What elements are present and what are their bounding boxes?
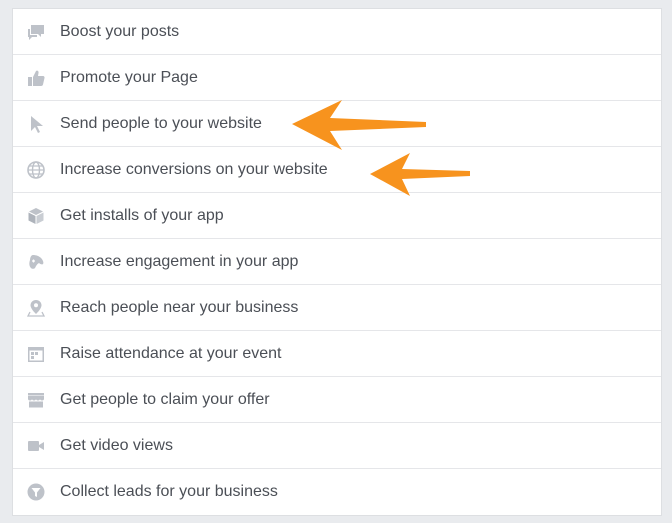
cube-icon xyxy=(25,205,47,227)
objective-send-website[interactable]: Send people to your website xyxy=(13,101,661,147)
objective-label: Send people to your website xyxy=(60,115,262,132)
objective-label: Increase engagement in your app xyxy=(60,253,299,270)
storefront-icon xyxy=(25,389,47,411)
objective-label: Promote your Page xyxy=(60,69,198,86)
objective-label: Boost your posts xyxy=(60,23,180,40)
globe-icon xyxy=(25,159,47,181)
objective-increase-conversions[interactable]: Increase conversions on your website xyxy=(13,147,661,193)
objective-reach-nearby[interactable]: Reach people near your business xyxy=(13,285,661,331)
objective-promote-page[interactable]: Promote your Page xyxy=(13,55,661,101)
objective-label: Collect leads for your business xyxy=(60,483,278,500)
objective-event-attendance[interactable]: Raise attendance at your event xyxy=(13,331,661,377)
objective-list: Boost your posts Promote your Page Send … xyxy=(12,8,662,516)
objective-boost-posts[interactable]: Boost your posts xyxy=(13,9,661,55)
objective-label: Raise attendance at your event xyxy=(60,345,282,362)
objective-label: Get video views xyxy=(60,437,173,454)
video-camera-icon xyxy=(25,435,47,457)
calendar-icon xyxy=(25,343,47,365)
objective-video-views[interactable]: Get video views xyxy=(13,423,661,469)
objective-label: Increase conversions on your website xyxy=(60,161,328,178)
location-pin-icon xyxy=(25,297,47,319)
gamepad-icon xyxy=(25,251,47,273)
objective-claim-offer[interactable]: Get people to claim your offer xyxy=(13,377,661,423)
thumbs-up-icon xyxy=(25,67,47,89)
objective-app-installs[interactable]: Get installs of your app xyxy=(13,193,661,239)
objective-label: Reach people near your business xyxy=(60,299,299,316)
objective-collect-leads[interactable]: Collect leads for your business xyxy=(13,469,661,515)
cursor-icon xyxy=(25,113,47,135)
objective-label: Get installs of your app xyxy=(60,207,224,224)
speech-bubbles-icon xyxy=(25,21,47,43)
funnel-icon xyxy=(25,481,47,503)
objective-app-engagement[interactable]: Increase engagement in your app xyxy=(13,239,661,285)
objective-label: Get people to claim your offer xyxy=(60,391,270,408)
